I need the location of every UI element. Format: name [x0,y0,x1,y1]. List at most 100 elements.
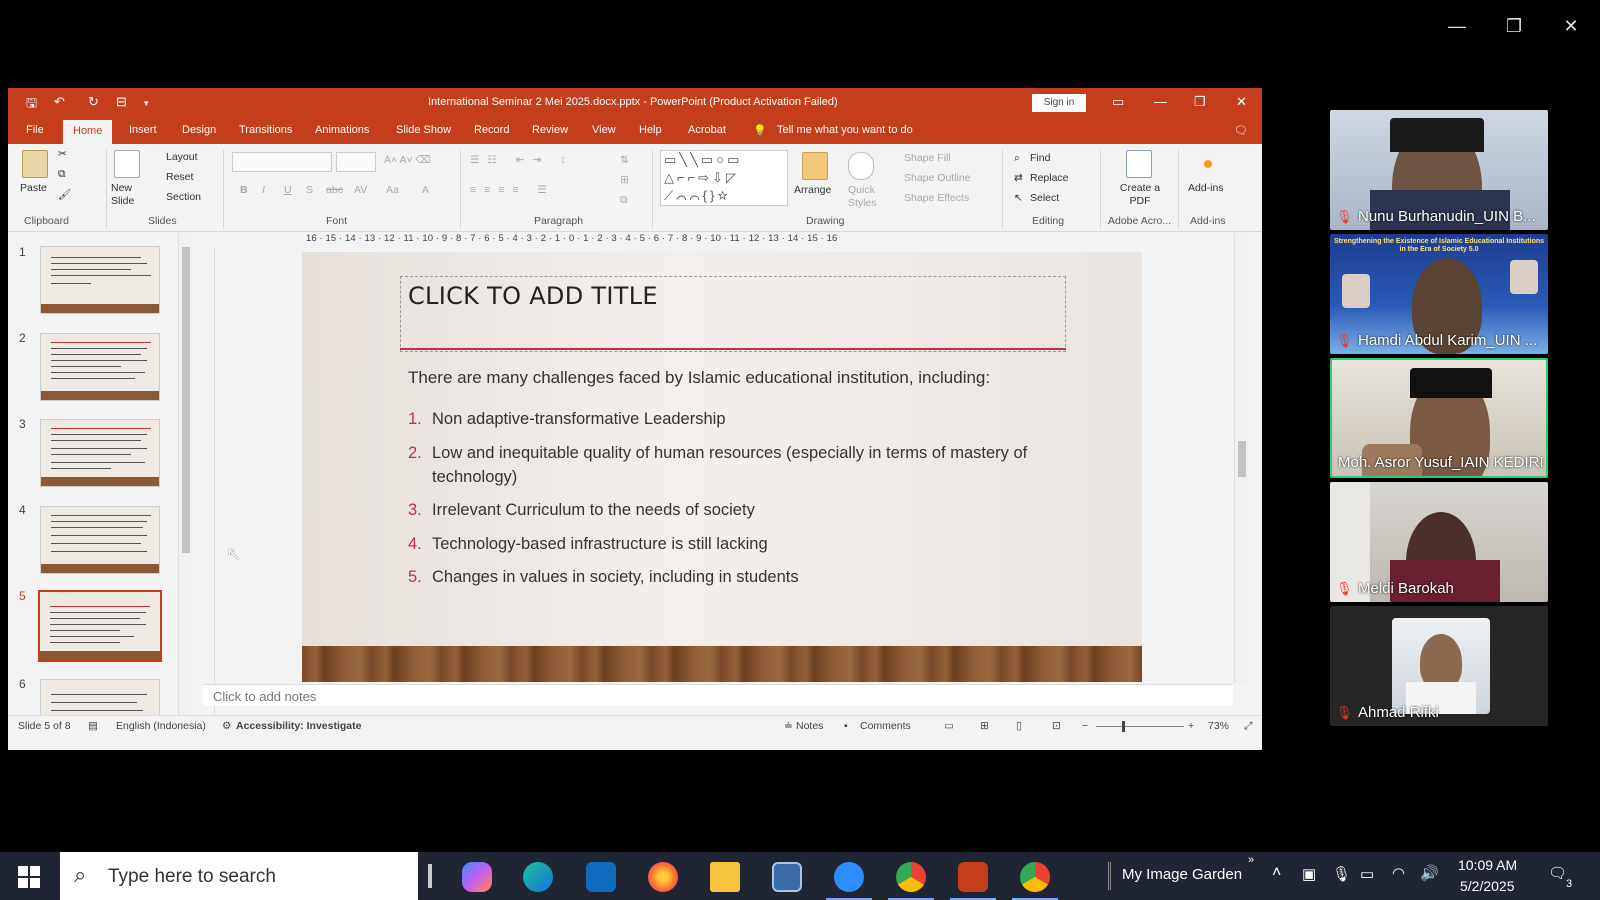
cut-icon[interactable]: ✂ [58,148,67,160]
sorter-view-icon[interactable]: ⊞ [980,720,989,732]
firefox-icon[interactable] [648,862,678,892]
file-explorer-icon[interactable] [710,862,740,892]
tab-slide-show[interactable]: Slide Show [396,124,451,136]
copy-icon[interactable]: ⧉ [58,168,66,181]
notes-button[interactable]: Notes [796,720,823,732]
save-icon[interactable]: 🖫 [26,94,37,116]
taskbar-search-box[interactable]: ⌕ Type here to search [60,852,418,900]
reset-button[interactable]: Reset [166,171,193,183]
normal-view-icon[interactable]: ▭ [944,720,954,732]
tab-insert[interactable]: Insert [129,124,157,136]
replace-button[interactable]: Replace [1030,172,1069,184]
shape-outline-button[interactable]: Shape Outline [904,172,971,184]
minimize-icon[interactable]: — [1437,14,1477,38]
new-slide-icon[interactable] [114,150,140,178]
zoom-in-icon[interactable]: + [1188,720,1194,732]
section-button[interactable]: Section [166,191,201,203]
ppt-close-icon[interactable]: ✕ [1236,94,1247,110]
tell-me-search[interactable]: Tell me what you want to do [777,124,913,136]
addins-icon[interactable] [1204,160,1212,168]
slide-intro-text[interactable]: There are many challenges faced by Islam… [408,368,990,388]
arrange-button[interactable]: Arrange [794,184,831,196]
chrome-profile-icon[interactable] [1020,862,1050,892]
zoom-level[interactable]: 73% [1208,720,1229,732]
zoom-slider[interactable] [1096,726,1184,727]
list-item[interactable]: 4. Technology-based infrastructure is sti… [408,532,1058,556]
ribbon-display-icon[interactable]: ▭ [1112,94,1124,110]
layout-button[interactable]: Layout [166,151,198,163]
addins-button[interactable]: Add-ins [1188,182,1224,194]
shape-fill-button[interactable]: Shape Fill [904,152,951,164]
chrome-icon[interactable] [896,862,926,892]
tab-design[interactable]: Design [182,124,216,136]
present-icon[interactable]: ⊟ [116,94,127,110]
meet-now-icon[interactable]: ▣ [1302,865,1316,883]
accessibility-status[interactable]: Accessibility: Investigate [236,720,361,732]
slide-thumbnail[interactable] [40,419,160,487]
tab-home[interactable]: Home [63,120,113,144]
notification-icon[interactable]: 🗨 [1548,864,1567,882]
clock-date[interactable]: 5/2/2025 [1460,878,1515,894]
redo-icon[interactable]: ↻ [88,94,99,110]
tab-help[interactable]: Help [639,124,662,136]
slide-canvas[interactable]: CLICK TO ADD TITLE There are many challe… [302,252,1142,682]
restore-icon[interactable]: ❐ [1494,14,1534,38]
slide-thumbnail[interactable] [40,333,160,401]
bold-icon[interactable]: B [240,184,248,196]
text-direction-icon[interactable]: ⇅ [620,154,629,166]
tab-acrobat[interactable]: Acrobat [688,124,726,136]
slide-thumbnail-active[interactable] [38,590,162,662]
start-button[interactable] [18,866,40,888]
powerpoint-icon[interactable] [958,862,988,892]
comments-button[interactable]: Comments [860,720,911,732]
spellcheck-icon[interactable]: ▤ [88,720,98,732]
tray-chevron-icon[interactable]: ˄ [1272,864,1281,882]
edge-icon[interactable] [523,862,553,892]
outlook-icon[interactable] [586,862,616,892]
zoom-out-icon[interactable]: − [1082,720,1088,732]
participant-tile[interactable]: Strengthening the Existence of Islamic E… [1330,234,1548,354]
create-pdf-icon[interactable] [1126,150,1152,178]
create-pdf-button[interactable]: Create a PDF [1118,182,1162,208]
slide-scroll-thumb[interactable] [1238,441,1246,477]
smartart-icon[interactable]: ⧉ [620,194,628,207]
copilot-icon[interactable] [462,862,492,892]
language-status[interactable]: English (Indonesia) [116,720,206,732]
toolbar-expand-icon[interactable]: » [1248,854,1254,866]
font-color-icon[interactable]: A [422,184,429,196]
fit-slide-icon[interactable]: ⤢ [1244,720,1252,733]
tab-file[interactable]: File [26,124,44,136]
zoom-slider-thumb[interactable] [1122,721,1125,732]
shapes-gallery[interactable]: ▭╲╲▭○▭ △⌐⌐⇨⇩◸ ⟋⌒⌒{}☆ [660,150,788,206]
strikethrough-icon[interactable]: abc [326,184,343,196]
char-spacing-icon[interactable]: AV [354,184,367,196]
shape-effects-button[interactable]: Shape Effects [904,192,969,204]
underline-icon[interactable]: U [284,184,292,196]
ppt-restore-icon[interactable]: ❐ [1194,94,1206,110]
list-item[interactable]: 5. Changes in values in society, includin… [408,565,1058,589]
italic-icon[interactable]: I [262,184,265,196]
slide-thumbnail[interactable] [40,246,160,314]
arrange-icon[interactable] [802,152,828,180]
microphone-icon[interactable]: 🎙 [1332,865,1351,883]
comments-icon[interactable]: 🗨 [1234,124,1248,137]
paste-icon[interactable] [22,150,48,178]
close-icon[interactable]: ✕ [1551,14,1591,38]
slide-thumbnails-panel[interactable]: 1 2 3 4 5 6 [8,233,203,723]
format-painter-icon[interactable]: 🖌 [58,188,71,201]
tab-record[interactable]: Record [474,124,509,136]
slide-title[interactable]: CLICK TO ADD TITLE [408,282,658,310]
thumbnails-scrollbar[interactable] [178,233,192,721]
quick-styles-icon[interactable] [848,152,874,180]
font-family-select[interactable] [232,152,332,172]
slide-scrollbar[interactable] [1234,233,1248,683]
participant-tile[interactable]: 🎙 Ahmad Rifki [1330,606,1548,726]
quick-styles-button[interactable]: Quick Styles [848,184,882,210]
new-slide-button[interactable]: New Slide [111,182,145,208]
app-window-icon[interactable] [772,862,802,892]
bullets-icon[interactable]: ☰☷ ⇤⇥ ↕ [470,154,574,166]
clock-time[interactable]: 10:09 AM [1458,857,1517,873]
grow-font-icon[interactable]: A˄ A˅ ⌫ [384,154,430,166]
tab-view[interactable]: View [592,124,616,136]
tab-transitions[interactable]: Transitions [239,124,292,136]
